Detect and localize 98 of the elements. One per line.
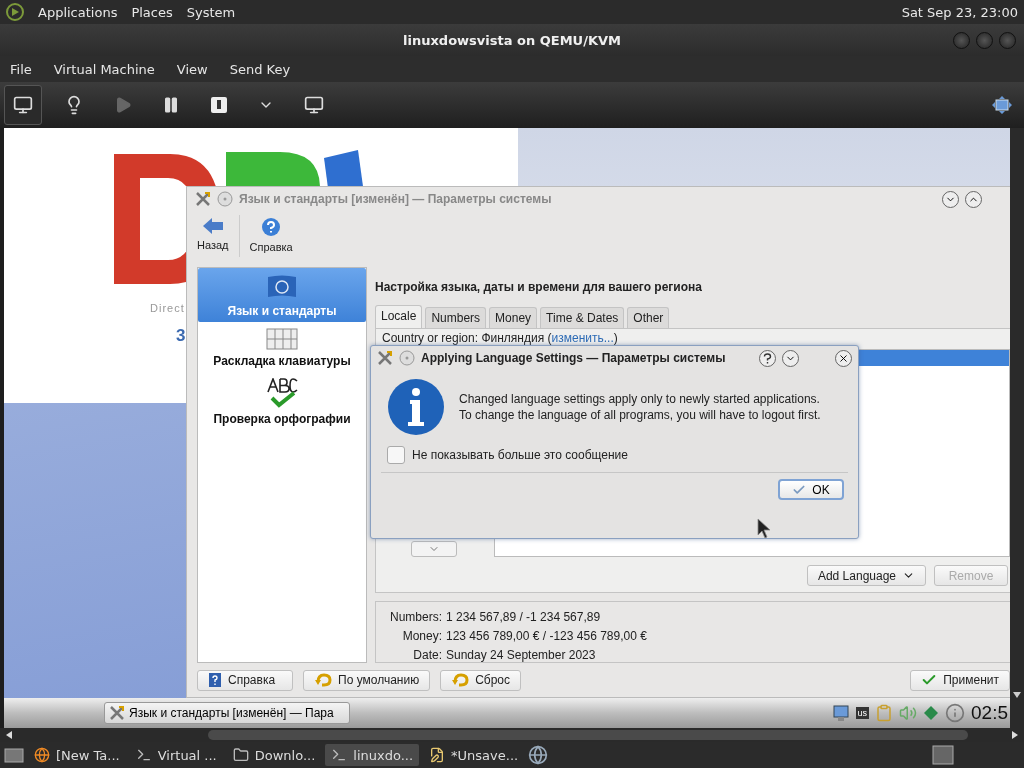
dialog-button[interactable]: По умолчанию bbox=[303, 669, 431, 691]
tab[interactable]: Other bbox=[627, 306, 670, 328]
menu-item[interactable]: View bbox=[176, 61, 208, 77]
text-editor-icon bbox=[429, 747, 446, 763]
logo-caption: Direct bbox=[150, 302, 185, 314]
help-icon bbox=[261, 217, 282, 237]
menu-item[interactable]: File bbox=[10, 61, 32, 77]
toolbar-button[interactable]: Назад bbox=[193, 215, 233, 253]
maximize-button[interactable] bbox=[965, 190, 982, 208]
logo-fragment: 3 bbox=[176, 326, 186, 346]
keyboard-icon bbox=[266, 328, 298, 350]
scroll-left-icon[interactable] bbox=[6, 731, 12, 739]
taskbar-button[interactable]: Virtual ... bbox=[129, 744, 223, 766]
example-value: 1 234 567,89 / -1 234 567,89 bbox=[446, 610, 602, 624]
help-book-icon bbox=[208, 672, 222, 688]
flag-icon bbox=[266, 274, 298, 300]
menu-item[interactable]: Send Key bbox=[229, 61, 291, 77]
workspace-icon bbox=[932, 745, 954, 765]
maximize-button[interactable] bbox=[976, 32, 993, 49]
panel-menu[interactable]: Places bbox=[131, 4, 173, 20]
undo-arrow-icon bbox=[314, 673, 332, 687]
change-link[interactable]: изменить... bbox=[551, 330, 614, 345]
tools-icon bbox=[195, 191, 211, 207]
checkbox[interactable] bbox=[387, 446, 405, 464]
pin-icon bbox=[399, 350, 415, 366]
example-label: Numbers: bbox=[390, 610, 442, 624]
menu-item[interactable]: Virtual Machine bbox=[53, 61, 155, 77]
ok-button[interactable]: OK bbox=[778, 479, 844, 500]
pause-icon bbox=[162, 96, 180, 114]
scroll-arrow-icon[interactable] bbox=[1013, 692, 1021, 698]
browser-icon bbox=[34, 747, 50, 763]
minimize-button[interactable] bbox=[942, 190, 959, 208]
dialog-button[interactable]: Справка bbox=[197, 669, 293, 691]
question-mark-icon bbox=[763, 352, 772, 364]
example-value: 123 456 789,00 € / -123 456 789,00 € bbox=[446, 629, 648, 643]
globe-icon[interactable] bbox=[528, 745, 549, 765]
pin-icon bbox=[217, 191, 233, 207]
taskbar-button[interactable]: Язык и стандарты [изменён] — Пара bbox=[104, 702, 350, 724]
scrollbar-thumb[interactable] bbox=[208, 730, 968, 740]
minimize-button[interactable] bbox=[953, 32, 970, 49]
taskbar-button[interactable]: linuxdo... bbox=[325, 744, 420, 766]
info-icon bbox=[387, 378, 445, 436]
terminal-icon bbox=[135, 747, 152, 763]
taskbar-button[interactable]: [New Ta... bbox=[28, 744, 126, 766]
taskbar-button[interactable]: Downlo... bbox=[226, 744, 322, 766]
scroll-right-icon[interactable] bbox=[1012, 731, 1018, 739]
terminal-icon bbox=[331, 747, 348, 763]
sidebar-item[interactable]: Язык и стандарты bbox=[198, 268, 366, 322]
country-label: Country or region: Финляндия (изменить...) bbox=[382, 330, 619, 345]
network-icon bbox=[831, 704, 850, 722]
close-button[interactable] bbox=[835, 349, 852, 367]
console-button[interactable] bbox=[4, 85, 42, 125]
checkbox-label: Не показывать больше это сообщение bbox=[412, 448, 628, 462]
sidebar-item[interactable]: Раскладка клавиатуры bbox=[198, 322, 366, 372]
taskbar-button[interactable]: *Unsave... bbox=[423, 744, 525, 766]
dialog-title: Applying Language Settings — Параметры системы bbox=[421, 351, 726, 365]
folder-icon bbox=[232, 747, 249, 763]
dialog-button[interactable]: Применит bbox=[910, 669, 1010, 691]
panel-menu[interactable]: Applications bbox=[38, 4, 118, 20]
dialog-button[interactable]: Сброс bbox=[440, 669, 522, 691]
play-icon bbox=[114, 96, 132, 114]
window-title: linuxdowsvista on QEMU/KVM bbox=[403, 32, 621, 48]
panel-menu[interactable]: System bbox=[186, 4, 236, 20]
dialog-message: To change the language of all programs, you will have to logout first. bbox=[459, 408, 821, 422]
monitor-icon bbox=[304, 95, 324, 115]
resize-icon bbox=[992, 96, 1012, 114]
clock[interactable]: Sat Sep 23, 23:00 bbox=[901, 4, 1018, 20]
undo-arrow-icon bbox=[451, 673, 470, 687]
tools-icon bbox=[109, 705, 125, 721]
distro-logo-icon bbox=[6, 3, 24, 21]
toolbar-button[interactable]: Справка bbox=[245, 215, 297, 255]
device-icon bbox=[923, 705, 939, 721]
monitor-icon bbox=[13, 95, 33, 115]
close-icon bbox=[838, 352, 849, 364]
tools-icon bbox=[377, 350, 393, 366]
keyboard-layout[interactable]: us bbox=[855, 707, 869, 719]
sidebar-item[interactable]: Проверка орфографии bbox=[198, 372, 366, 430]
example-label: Money: bbox=[401, 629, 442, 643]
tab[interactable]: Money bbox=[489, 306, 538, 328]
tab[interactable]: Time & Dates bbox=[540, 306, 625, 328]
page-heading: Настройка языка, даты и времени для вашего региона bbox=[375, 278, 703, 296]
add-language-button[interactable]: Add Language bbox=[806, 565, 926, 586]
power-switch-icon bbox=[210, 96, 228, 114]
clock[interactable]: 02:5 bbox=[971, 702, 1010, 724]
example-label: Date: bbox=[412, 648, 442, 662]
tab[interactable]: Locale bbox=[375, 304, 423, 328]
show-desktop-icon bbox=[4, 746, 24, 764]
help-button[interactable] bbox=[759, 349, 776, 367]
minimize-button[interactable] bbox=[782, 349, 799, 367]
info-icon[interactable] bbox=[945, 703, 965, 723]
example-value: Sunday 24 September 2023 bbox=[446, 648, 597, 662]
mouse-pointer-icon bbox=[757, 518, 771, 540]
window-title: Язык и стандарты [изменён] — Параметры системы bbox=[239, 192, 552, 206]
back-arrow-icon bbox=[201, 217, 224, 235]
clipboard-icon[interactable] bbox=[875, 704, 893, 722]
tab[interactable]: Numbers bbox=[425, 306, 487, 328]
dialog-message: Changed language settings apply only to newly started applications. bbox=[459, 392, 821, 406]
spell-check-icon bbox=[266, 378, 298, 408]
